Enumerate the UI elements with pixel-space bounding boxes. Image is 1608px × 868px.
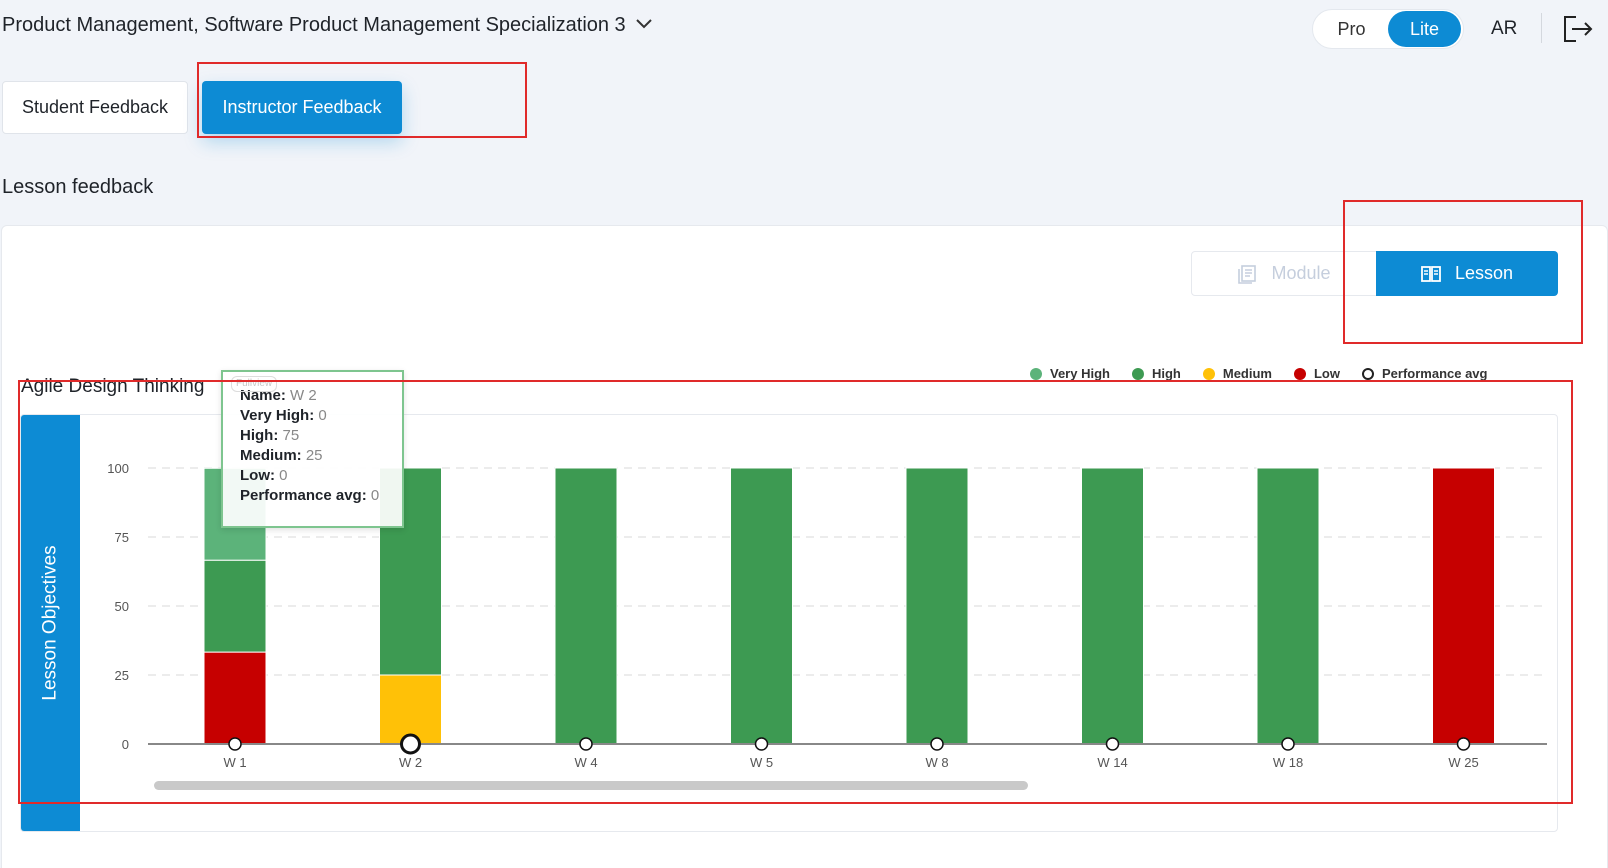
performance-avg-marker <box>930 737 944 751</box>
tooltip-key: Medium: <box>240 447 302 464</box>
legend-item-high[interactable]: High <box>1131 366 1181 381</box>
tooltip-value: 0 <box>279 467 288 484</box>
legend-label: Very High <box>1050 366 1110 381</box>
tab-instructor-feedback[interactable]: Instructor Feedback <box>202 81 402 134</box>
module-label: Module <box>1271 263 1331 283</box>
section-title: Lesson feedback <box>2 176 154 198</box>
tab-student-feedback[interactable]: Student Feedback <box>2 81 188 134</box>
logout-icon[interactable] <box>1562 14 1594 44</box>
x-tick-label: W 4 <box>574 755 597 770</box>
bar-segment-low <box>203 651 267 745</box>
tooltip-value: 75 <box>282 427 300 444</box>
legend-dot <box>1131 367 1144 380</box>
book-icon <box>1421 265 1441 282</box>
x-tick-label: W 2 <box>399 755 422 770</box>
plan-option-pro[interactable]: Pro <box>1315 11 1388 47</box>
lesson-label: Lesson <box>1454 263 1514 283</box>
tooltip-key: High: <box>240 427 279 444</box>
chart-title: Agile Design Thinking <box>21 376 205 397</box>
module-icon <box>1238 264 1257 284</box>
bar-segment-high <box>1256 467 1320 745</box>
plan-toggle[interactable]: Pro Lite <box>1312 9 1464 49</box>
legend-label: High <box>1151 366 1181 381</box>
module-toggle-button[interactable]: Module <box>1191 251 1377 296</box>
tooltip-key: Very High: <box>240 407 315 424</box>
performance-avg-marker <box>1105 737 1120 751</box>
legend-label: Performance avg <box>1381 366 1488 381</box>
bar-segment-low <box>1432 467 1495 745</box>
legend-item-very-high[interactable]: Very High <box>1030 366 1110 381</box>
course-title: Product Management, Software Product Man… <box>2 14 626 36</box>
performance-avg-marker <box>400 733 421 755</box>
tooltip-value: 0 <box>370 487 380 504</box>
x-tick-label: W 1 <box>223 755 246 770</box>
tooltip-badge: Fullview <box>231 376 278 392</box>
x-tick-label: W 14 <box>1097 755 1127 770</box>
plan-option-lite[interactable]: Lite <box>1388 11 1461 47</box>
tooltip-value: 25 <box>305 447 323 464</box>
bar-segment-high <box>730 467 793 745</box>
legend-item-medium[interactable]: Medium <box>1202 366 1272 381</box>
legend-dot <box>1202 367 1215 380</box>
performance-avg-marker <box>579 737 593 751</box>
y-tick-label: 0 <box>122 737 129 752</box>
chevron-down-icon <box>635 18 652 28</box>
legend-dot <box>1361 367 1374 380</box>
tooltip-value: W 2 <box>290 387 317 404</box>
course-selector[interactable]: Product Management, Software Product Man… <box>2 14 652 37</box>
language-switch[interactable]: AR <box>1491 18 1517 40</box>
legend-dot <box>1030 367 1042 380</box>
chart-tooltip: Fullview Name: W 2 Very High: 0 High: 75… <box>221 370 404 528</box>
y-tick-label: 25 <box>115 668 129 683</box>
chart-legend: Very High High Medium Low Performance av… <box>1030 366 1487 381</box>
tooltip-key: Low: <box>240 467 275 484</box>
x-tick-label: W 18 <box>1273 755 1303 770</box>
x-tick-label: W 5 <box>750 755 773 770</box>
legend-dot <box>1293 367 1306 380</box>
performance-avg-marker <box>754 737 769 751</box>
lesson-toggle-button[interactable]: Lesson <box>1376 251 1558 296</box>
horizontal-scrollbar <box>154 781 1028 790</box>
legend-label: Medium <box>1222 366 1272 381</box>
x-tick-label: W 8 <box>925 755 948 770</box>
x-tick-label: W 25 <box>1448 755 1478 770</box>
tooltip-key: Performance avg: <box>240 487 367 504</box>
y-tick-label: 50 <box>115 599 129 614</box>
legend-item-low[interactable]: Low <box>1293 366 1340 381</box>
legend-item-performance-avg[interactable]: Performance avg <box>1361 366 1488 381</box>
y-tick-label: 75 <box>115 530 129 545</box>
performance-avg-marker <box>1281 737 1295 751</box>
bar-segment-high <box>554 467 618 745</box>
legend-label: Low <box>1313 366 1340 381</box>
header-divider <box>1541 13 1542 43</box>
bar-segment-high <box>905 467 969 745</box>
bar-segment-high <box>1081 467 1144 745</box>
y-tick-label: 100 <box>107 461 129 476</box>
performance-avg-marker <box>1456 737 1471 751</box>
tooltip-value: 0 <box>318 407 327 424</box>
bar-segment-high <box>203 559 267 653</box>
performance-avg-marker <box>228 737 242 751</box>
